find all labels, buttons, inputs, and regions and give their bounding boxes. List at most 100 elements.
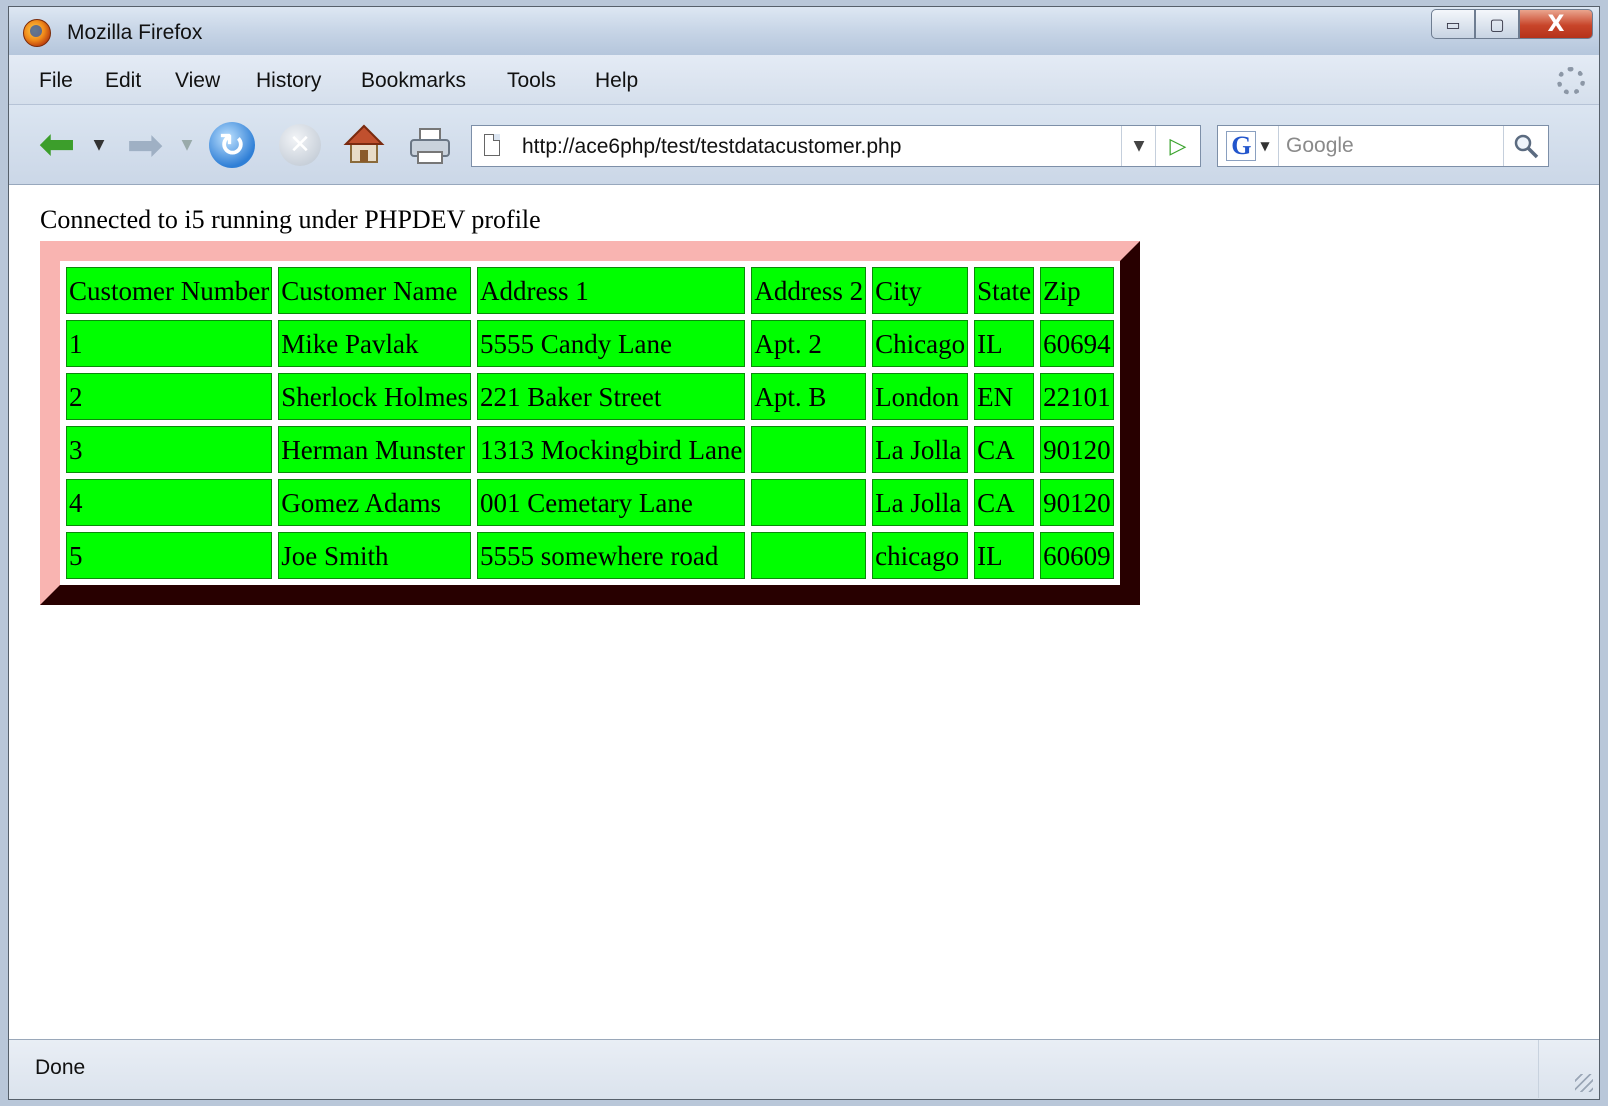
forward-button[interactable]: ➡ [121,120,169,171]
table-cell: Apt. B [751,373,867,420]
window-controls: ▭ ▢ X [1431,9,1593,39]
url-history-dropdown[interactable]: ▼ [1121,126,1156,166]
table-row: 5 Joe Smith 5555 somewhere road chicago … [66,532,1114,579]
stop-icon: ✕ [289,130,311,160]
address-bar[interactable]: http://ace6php/test/testdatacustomer.php… [471,125,1201,167]
search-button[interactable] [1503,126,1548,166]
magnifier-icon [1514,134,1539,159]
stop-button[interactable]: ✕ [279,124,321,166]
google-logo-icon: G [1226,131,1257,161]
table-cell: Mike Pavlak [278,320,471,367]
search-engine-selector[interactable]: G ▼ [1218,126,1279,166]
window-title: Mozilla Firefox [67,21,203,44]
column-header: Zip [1040,267,1114,314]
table-cell: chicago [872,532,969,579]
chevron-down-icon: ▼ [93,137,105,153]
forward-history-dropdown[interactable]: ▼ [179,135,195,155]
print-button[interactable] [407,125,453,167]
table-cell [751,479,867,526]
page-content: Connected to i5 running under PHPDEV pro… [21,185,1587,1023]
table-cell: 1 [66,320,273,367]
table-cell: 3 [66,426,273,473]
table-cell: Chicago [872,320,969,367]
table-cell: IL [974,320,1035,367]
column-header: Address 2 [751,267,867,314]
back-button[interactable]: ⬅ [33,119,81,170]
menu-edit[interactable]: Edit [105,69,141,93]
navigation-toolbar: ⬅ ▼ ➡ ▼ ↻ ✕ http://ace6php/test/testdata… [9,105,1599,185]
table-cell: CA [974,479,1035,526]
menu-history[interactable]: History [256,69,321,93]
title-bar: Mozilla Firefox ▭ ▢ X [9,7,1599,55]
table-row: 2 Sherlock Holmes 221 Baker Street Apt. … [66,373,1114,420]
activity-throbber-icon [1557,67,1585,95]
back-arrow-icon: ⬅ [38,119,76,170]
table-cell [751,426,867,473]
table-cell: 4 [66,479,273,526]
table-cell: EN [974,373,1035,420]
chevron-down-icon: ▼ [1133,138,1145,154]
minimize-button[interactable]: ▭ [1431,9,1475,39]
search-bar: G ▼ [1217,125,1549,167]
table-cell: 5555 somewhere road [476,532,746,579]
go-arrow-icon: ▷ [1169,133,1187,159]
menu-view[interactable]: View [175,69,220,93]
table-cell: Apt. 2 [751,320,867,367]
forward-arrow-icon: ➡ [126,119,164,171]
table-cell: IL [974,532,1035,579]
table-cell: 60694 [1040,320,1114,367]
column-header: Customer Number [66,267,273,314]
column-header: Address 1 [476,267,746,314]
chevron-down-icon: ▼ [181,137,193,153]
close-button[interactable]: X [1519,9,1593,39]
chevron-down-icon: ▼ [1260,139,1270,153]
menu-help[interactable]: Help [595,69,638,93]
status-bar: Done [9,1039,1599,1099]
table-cell: 221 Baker Street [476,373,746,420]
reload-button[interactable]: ↻ [209,122,255,168]
table-cell: 90120 [1040,426,1114,473]
menu-bookmarks[interactable]: Bookmarks [361,69,466,93]
table-header-row: Customer Number Customer Name Address 1 … [66,267,1114,314]
table-cell: La Jolla [872,479,969,526]
home-icon [343,124,385,163]
url-text[interactable]: http://ace6php/test/testdatacustomer.php [522,135,901,159]
menu-bar: File Edit View History Bookmarks Tools H… [9,55,1599,105]
browser-window: Mozilla Firefox ▭ ▢ X File Edit View His… [8,6,1600,1100]
customer-table: Customer Number Customer Name Address 1 … [40,241,1140,605]
search-input[interactable] [1286,134,1496,158]
home-button[interactable] [341,121,387,167]
table-row: 3 Herman Munster 1313 Mockingbird Lane L… [66,426,1114,473]
table-cell: La Jolla [872,426,969,473]
connection-status-message: Connected to i5 running under PHPDEV pro… [40,205,541,234]
column-header: Customer Name [278,267,471,314]
table-cell: Sherlock Holmes [278,373,471,420]
table-cell: 1313 Mockingbird Lane [476,426,746,473]
table-cell: Gomez Adams [278,479,471,526]
back-history-dropdown[interactable]: ▼ [91,135,107,155]
table-cell: Herman Munster [278,426,471,473]
table-cell: 60609 [1040,532,1114,579]
table-cell: 2 [66,373,273,420]
table-cell: London [872,373,969,420]
table-cell: 001 Cemetary Lane [476,479,746,526]
resize-grip-icon[interactable] [1538,1040,1599,1098]
firefox-logo-icon [23,19,51,47]
column-header: State [974,267,1035,314]
page-icon [484,134,500,156]
print-icon [410,128,450,164]
menu-file[interactable]: File [39,69,73,93]
go-button[interactable]: ▷ [1155,126,1200,166]
reload-icon: ↻ [218,126,246,164]
column-header: City [872,267,969,314]
table-cell [751,532,867,579]
menu-tools[interactable]: Tools [507,69,556,93]
status-text: Done [35,1056,86,1079]
table-row: 1 Mike Pavlak 5555 Candy Lane Apt. 2 Chi… [66,320,1114,367]
table-cell: 90120 [1040,479,1114,526]
table-cell: 5 [66,532,273,579]
maximize-button[interactable]: ▢ [1475,9,1519,39]
table-row: 4 Gomez Adams 001 Cemetary Lane La Jolla… [66,479,1114,526]
table-cell: 5555 Candy Lane [476,320,746,367]
table-cell: Joe Smith [278,532,471,579]
